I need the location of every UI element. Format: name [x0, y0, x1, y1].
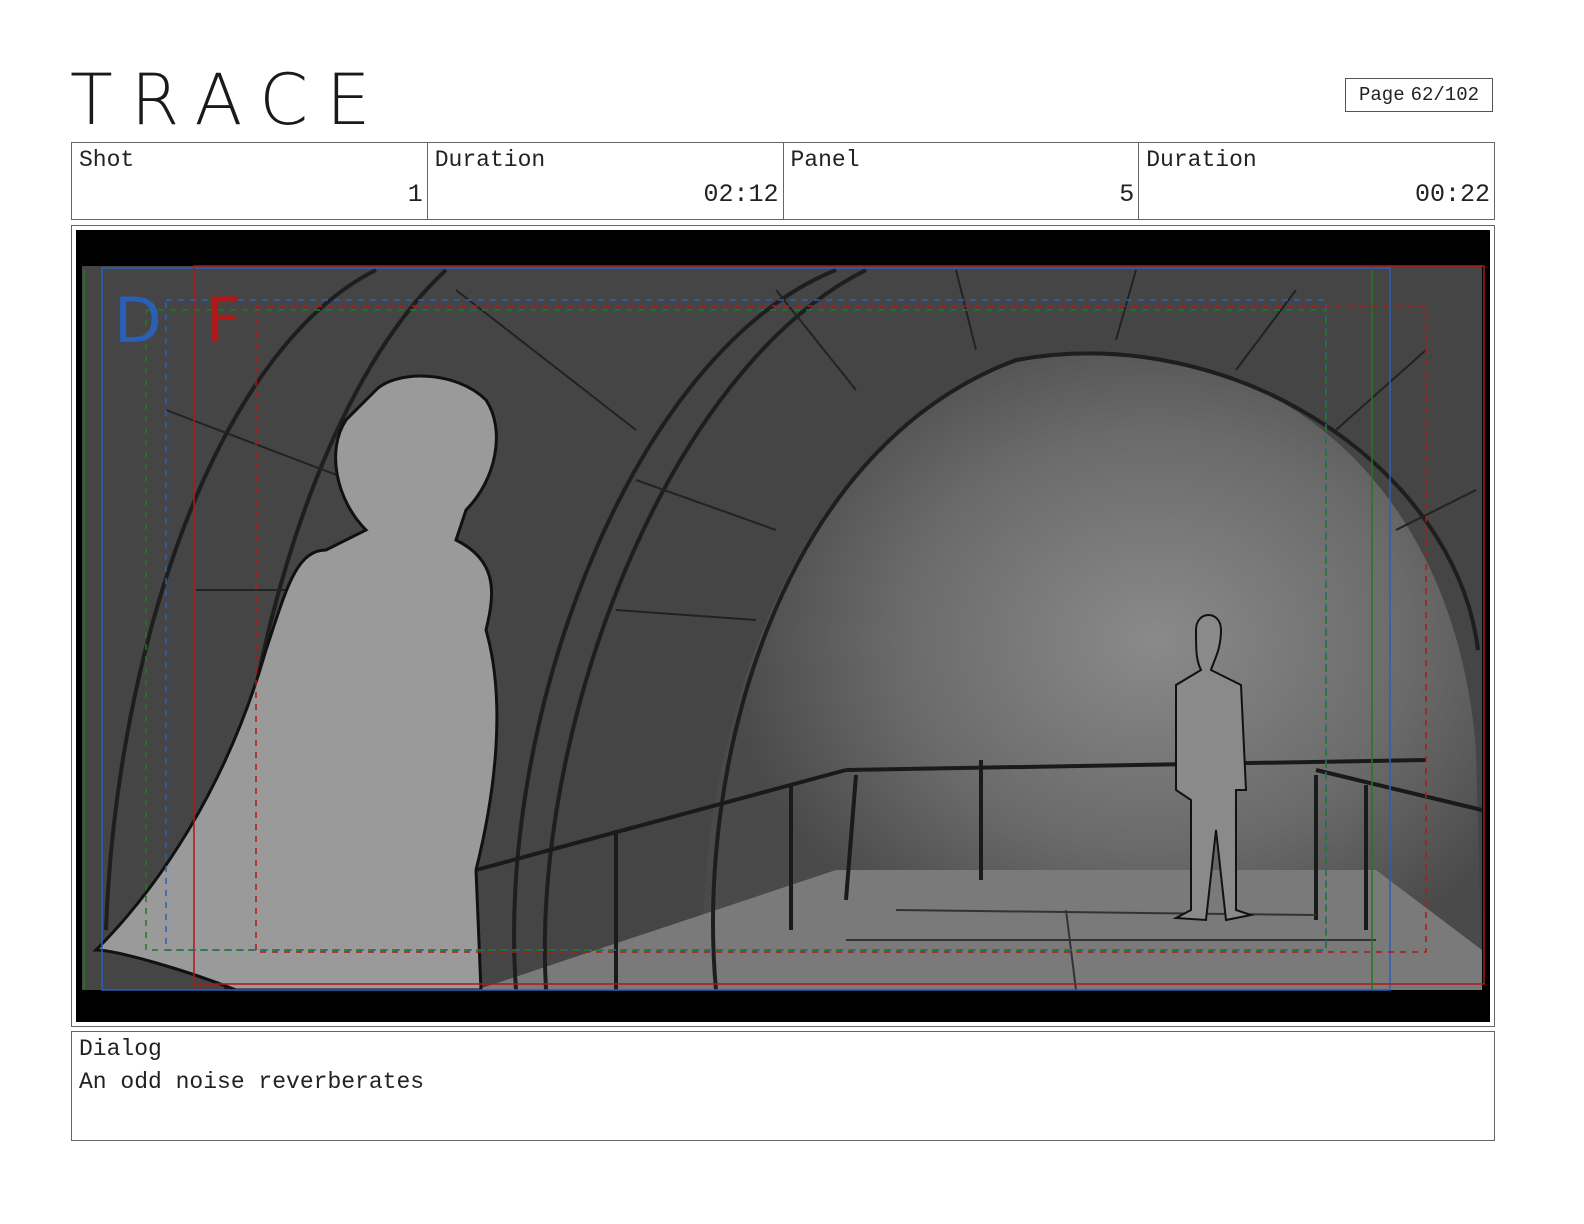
shot-duration-value: 02:12 — [703, 180, 779, 209]
panel-value: 5 — [1119, 180, 1135, 209]
dialog-text: An odd noise reverberates — [79, 1069, 425, 1095]
shot-duration-label: Duration — [434, 147, 546, 173]
storyboard-sketch: D F — [76, 230, 1490, 1022]
panel-cell: Panel 5 — [784, 143, 1140, 219]
panel-duration-label: Duration — [1146, 147, 1257, 173]
trace-logo-title: TRACE — [70, 62, 380, 132]
panel-duration-cell: Duration 00:22 — [1139, 143, 1494, 219]
shot-cell: Shot 1 — [72, 143, 428, 219]
storyboard-panel-frame: D F — [71, 225, 1495, 1027]
frame-marker-d: D — [114, 284, 162, 357]
shot-duration-cell: Duration 02:12 — [428, 143, 784, 219]
shot-label: Shot — [79, 147, 135, 173]
shot-info-row: Shot 1 Duration 02:12 Panel 5 Duration 0… — [71, 142, 1495, 220]
page-number: 62/102 — [1410, 84, 1480, 106]
dialog-label: Dialog — [79, 1036, 162, 1062]
trace-title-text: TRACE — [70, 62, 380, 132]
panel-duration-value: 00:22 — [1414, 180, 1490, 209]
page-label: Page — [1358, 84, 1405, 106]
dialog-box: Dialog An odd noise reverberates — [71, 1031, 1495, 1141]
page-indicator: Page 62/102 — [1345, 78, 1493, 112]
frame-marker-f: F — [206, 284, 242, 357]
shot-value: 1 — [407, 180, 423, 209]
panel-label: Panel — [790, 147, 860, 173]
